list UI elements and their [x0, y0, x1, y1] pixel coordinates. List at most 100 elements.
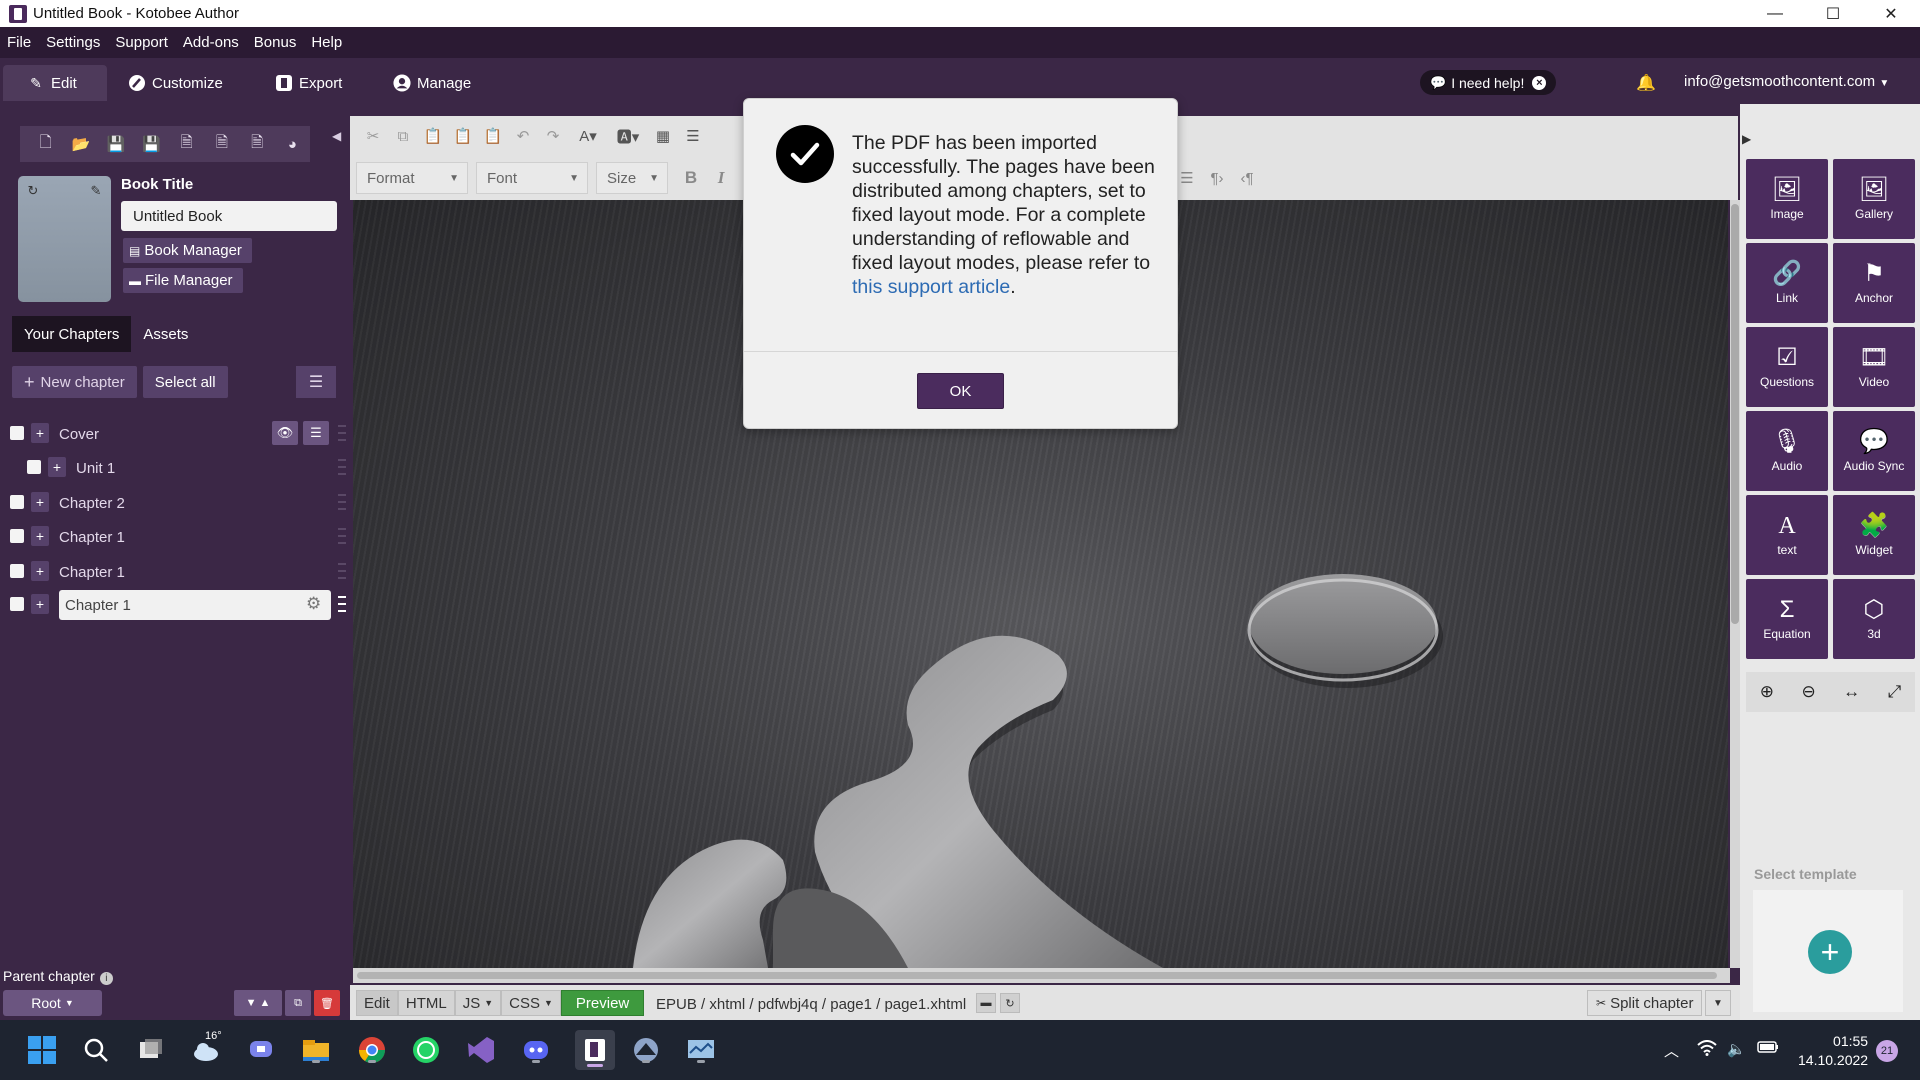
- volume-icon[interactable]: 🔈: [1727, 1040, 1746, 1058]
- open-folder-icon[interactable]: 📂: [63, 129, 98, 159]
- globe-icon[interactable]: ◕: [275, 129, 310, 159]
- drag-handle-icon[interactable]: [338, 525, 346, 547]
- kotobee-taskbar-icon[interactable]: [575, 1030, 615, 1070]
- help-button[interactable]: 💬 I need help! ×: [1420, 70, 1557, 95]
- new-file-icon[interactable]: 🗋: [28, 129, 63, 159]
- expand-plus-icon[interactable]: +: [48, 457, 66, 477]
- row-menu-icon[interactable]: ☰: [303, 421, 329, 445]
- menu-add-ons[interactable]: Add-ons: [183, 34, 239, 51]
- info-icon[interactable]: i: [99, 972, 113, 985]
- file-explorer-icon[interactable]: [300, 1034, 332, 1066]
- paste-icon[interactable]: 📋: [418, 122, 448, 150]
- view-tab-html[interactable]: HTML: [397, 990, 455, 1016]
- background-color-icon[interactable]: 🅰▾: [608, 122, 648, 150]
- book-cover-thumbnail[interactable]: ↻ ✎: [18, 176, 111, 302]
- drag-handle-icon[interactable]: [338, 422, 346, 444]
- chapter-row[interactable]: + Unit 1: [0, 453, 350, 483]
- new-chapter-button[interactable]: + New chapter: [12, 366, 137, 398]
- collapse-left-icon[interactable]: ◀: [332, 129, 341, 143]
- chapter-row[interactable]: + Cover 👁 ☰: [0, 419, 350, 449]
- tab-customize[interactable]: Customize: [128, 65, 223, 101]
- copy-icon[interactable]: ⧉: [388, 122, 418, 150]
- tool-gallery[interactable]: 🖼 Gallery: [1833, 159, 1915, 239]
- horizontal-rule-icon[interactable]: ☰: [678, 122, 708, 150]
- tool-audio[interactable]: 🎙 Audio: [1746, 411, 1828, 491]
- gear-icon[interactable]: ⚙: [306, 594, 321, 614]
- tool-equation[interactable]: Σ Equation: [1746, 579, 1828, 659]
- chapter-checkbox[interactable]: [10, 597, 24, 611]
- file-manager-button[interactable]: ▬ File Manager: [123, 268, 243, 293]
- drag-handle-icon[interactable]: [338, 456, 346, 478]
- select-all-button[interactable]: Select all: [142, 366, 228, 398]
- tab-your-chapters[interactable]: Your Chapters: [12, 316, 132, 352]
- font-select[interactable]: Font ▼: [476, 162, 588, 194]
- save-icon[interactable]: 💾: [99, 129, 134, 159]
- menu-bonus[interactable]: Bonus: [254, 34, 297, 51]
- book-title-input[interactable]: [121, 201, 337, 231]
- chapter-checkbox[interactable]: [10, 564, 24, 578]
- expand-plus-icon[interactable]: +: [31, 526, 49, 546]
- preview-button[interactable]: Preview: [560, 990, 645, 1016]
- tool-widget[interactable]: 🧩 Widget: [1833, 495, 1915, 575]
- support-article-link[interactable]: this support article: [852, 276, 1010, 298]
- menu-settings[interactable]: Settings: [46, 34, 100, 51]
- chapter-checkbox[interactable]: [27, 460, 41, 474]
- tool-audio-sync[interactable]: 💬 Audio Sync: [1833, 411, 1915, 491]
- split-chapter-button[interactable]: ✂ Split chapter: [1587, 990, 1703, 1016]
- save-as-icon[interactable]: 💾: [134, 129, 169, 159]
- fit-width-icon[interactable]: ↔: [1843, 682, 1860, 702]
- duplicate-icon[interactable]: ⧉: [285, 990, 311, 1016]
- minimize-button[interactable]: —: [1746, 0, 1804, 27]
- windows-start-icon[interactable]: [26, 1034, 58, 1066]
- chapter-row[interactable]: + Chapter 1: [0, 557, 350, 587]
- chrome-icon[interactable]: [356, 1034, 388, 1066]
- whatsapp-icon[interactable]: [410, 1034, 442, 1066]
- import-pdf-icon[interactable]: 🗎: [169, 129, 204, 159]
- tool-video[interactable]: 🎞 Video: [1833, 327, 1915, 407]
- close-help-icon[interactable]: ×: [1532, 75, 1547, 90]
- battery-icon[interactable]: [1757, 1040, 1779, 1058]
- system-clock[interactable]: 01:55 14.10.2022: [1798, 1032, 1868, 1070]
- table-icon[interactable]: ▦: [648, 122, 678, 150]
- monitor-app-icon[interactable]: [685, 1034, 717, 1066]
- expand-plus-icon[interactable]: +: [31, 594, 49, 614]
- edit-cover-icon[interactable]: ✎: [86, 181, 106, 201]
- tool-anchor[interactable]: ⚑ Anchor: [1833, 243, 1915, 323]
- discord-icon[interactable]: [520, 1034, 552, 1066]
- teams-chat-icon[interactable]: [245, 1034, 277, 1066]
- root-dropdown[interactable]: Root ▼: [3, 990, 102, 1016]
- import-word-icon[interactable]: 🗎: [240, 129, 275, 159]
- rtl-paragraph-icon[interactable]: ‹¶: [1232, 164, 1262, 192]
- ok-button[interactable]: OK: [917, 373, 1004, 409]
- format-select[interactable]: Format ▼: [356, 162, 468, 194]
- eye-icon[interactable]: 👁: [272, 421, 298, 445]
- tool-image[interactable]: 🖼 Image: [1746, 159, 1828, 239]
- chevron-up-icon[interactable]: ︿: [1664, 1040, 1679, 1061]
- reload-icon[interactable]: ↻: [1000, 993, 1020, 1013]
- chapter-checkbox[interactable]: [10, 529, 24, 543]
- collapse-right-icon[interactable]: ▶: [1742, 132, 1751, 146]
- add-template-plus-icon[interactable]: +: [1808, 930, 1852, 974]
- chapter-row[interactable]: + Chapter 1: [0, 522, 350, 552]
- tool-3d[interactable]: ⬡ 3d: [1833, 579, 1915, 659]
- size-select[interactable]: Size ▼: [596, 162, 668, 194]
- steam-like-app-icon[interactable]: [630, 1034, 662, 1066]
- task-view-icon[interactable]: [135, 1034, 167, 1066]
- drag-handle-icon[interactable]: [338, 593, 346, 615]
- expand-plus-icon[interactable]: +: [31, 561, 49, 581]
- drag-handle-icon[interactable]: [338, 491, 346, 513]
- horizontal-scroll-thumb[interactable]: [357, 972, 1717, 979]
- zoom-out-icon[interactable]: ⊖: [1801, 682, 1815, 702]
- template-box[interactable]: +: [1753, 890, 1903, 1012]
- view-tab-css[interactable]: CSS ▼: [501, 990, 561, 1016]
- trash-icon[interactable]: 🗑: [314, 990, 340, 1016]
- menu-file[interactable]: File: [7, 34, 31, 51]
- expand-plus-icon[interactable]: +: [31, 492, 49, 512]
- hamburger-menu-icon[interactable]: ☰: [296, 366, 336, 398]
- wifi-icon[interactable]: [1697, 1040, 1717, 1060]
- undo-icon[interactable]: ↶: [508, 122, 538, 150]
- split-chapter-dropdown[interactable]: ▼: [1705, 990, 1731, 1016]
- refresh-icon[interactable]: ↻: [23, 181, 43, 201]
- vertical-scrollbar[interactable]: [1730, 200, 1740, 968]
- tool-questions[interactable]: ☑ Questions: [1746, 327, 1828, 407]
